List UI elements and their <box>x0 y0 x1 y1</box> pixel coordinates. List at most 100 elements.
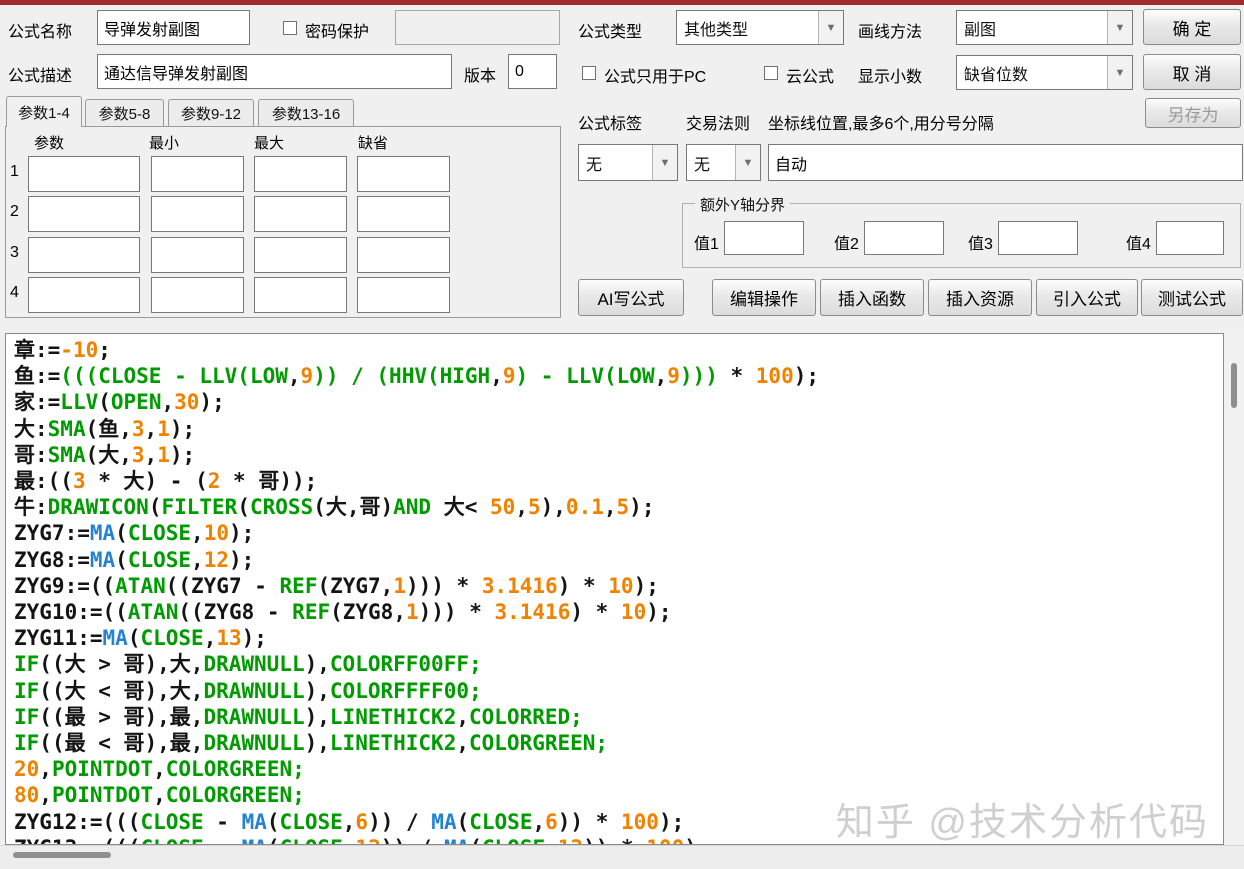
code-line: ZYG8:=MA(CLOSE,12); <box>14 547 255 572</box>
pc-only-label: 公式只用于PC <box>604 69 707 86</box>
tab-params-5-8[interactable]: 参数5-8 <box>85 99 164 126</box>
coord-line-input[interactable] <box>768 144 1243 181</box>
chevron-down-icon[interactable]: ▼ <box>1107 56 1132 89</box>
pc-only-checkbox[interactable] <box>582 66 596 80</box>
param-input-r3c2[interactable] <box>151 237 244 273</box>
horizontal-scrollbar-thumb[interactable] <box>13 852 111 858</box>
value4-label: 值4 <box>1126 236 1151 253</box>
cloud-formula-checkbox[interactable] <box>764 66 778 80</box>
code-line: 哥:SMA(大,3,1); <box>14 442 196 467</box>
code-line: ZYG9:=((ATAN((ZYG7 - REF(ZYG7,1))) * 3.1… <box>14 573 659 598</box>
title-bar-strip <box>0 0 1244 5</box>
ai-write-formula-button[interactable]: AI写公式 <box>578 279 684 316</box>
vertical-scrollbar[interactable] <box>1224 333 1244 845</box>
min-col-header: 最小 <box>149 135 180 152</box>
param-input-r1c3[interactable] <box>254 156 347 192</box>
import-formula-button[interactable]: 引入公式 <box>1036 279 1138 316</box>
chevron-down-icon[interactable]: ▼ <box>652 145 677 180</box>
param-input-r2c2[interactable] <box>151 196 244 232</box>
code-line: 最:((3 * 大) - (2 * 哥)); <box>14 469 318 494</box>
default-col-header: 缺省 <box>358 135 389 152</box>
param-input-r1c4[interactable] <box>357 156 450 192</box>
coord-line-label: 坐标线位置,最多6个,用分号分隔 <box>768 116 994 133</box>
decimal-select[interactable]: 缺省位数 ▼ <box>956 55 1133 90</box>
value2-input[interactable] <box>864 221 944 255</box>
formula-tag-select[interactable]: 无 ▼ <box>578 144 678 181</box>
test-formula-button[interactable]: 测试公式 <box>1141 279 1243 316</box>
chevron-down-icon[interactable]: ▼ <box>1107 11 1132 44</box>
code-line: 章:=-10; <box>14 338 111 362</box>
code-editor[interactable]: 章:=-10; 鱼:=(((CLOSE - LLV(LOW,9)) / (HHV(… <box>5 333 1224 845</box>
insert-resource-button[interactable]: 插入资源 <box>928 279 1032 316</box>
value1-label: 值1 <box>694 236 719 253</box>
param-input-r3c4[interactable] <box>357 237 450 273</box>
code-line: 家:=LLV(OPEN,30); <box>14 390 225 415</box>
chevron-down-icon[interactable]: ▼ <box>818 11 843 44</box>
cancel-button[interactable]: 取 消 <box>1143 54 1241 90</box>
value2-label: 值2 <box>834 236 859 253</box>
code-line: 鱼:=(((CLOSE - LLV(LOW,9)) / (HHV(HIGH,9)… <box>14 364 820 389</box>
code-line: ZYG7:=MA(CLOSE,10); <box>14 521 255 546</box>
value4-input[interactable] <box>1156 221 1224 255</box>
tab-params-9-12[interactable]: 参数9-12 <box>168 99 254 126</box>
formula-desc-label: 公式描述 <box>8 68 73 85</box>
param-input-r2c3[interactable] <box>254 196 347 232</box>
code-line: IF((大 < 哥),大,DRAWNULL),COLORFFFF00; <box>14 678 482 703</box>
draw-method-select[interactable]: 副图 ▼ <box>956 10 1133 45</box>
code-line: 20,POINTDOT,COLORGREEN; <box>14 757 305 782</box>
chevron-down-icon[interactable]: ▼ <box>735 145 760 180</box>
trade-rule-select[interactable]: 无 ▼ <box>686 144 761 181</box>
formula-type-select[interactable]: 其他类型 ▼ <box>676 10 844 45</box>
formula-type-label: 公式类型 <box>578 24 643 41</box>
param-input-r3c3[interactable] <box>254 237 347 273</box>
param-input-r1c1[interactable] <box>28 156 140 192</box>
decimal-label: 显示小数 <box>858 69 923 86</box>
param-input-r4c3[interactable] <box>254 277 347 313</box>
param-row-number: 3 <box>10 244 19 261</box>
max-col-header: 最大 <box>254 135 285 152</box>
param-row-number: 2 <box>10 203 19 220</box>
password-protect-checkbox[interactable] <box>283 21 297 35</box>
code-line: ZYG11:=MA(CLOSE,13); <box>14 626 267 651</box>
insert-function-button[interactable]: 插入函数 <box>820 279 924 316</box>
code-line: 大:SMA(鱼,3,1); <box>14 416 196 441</box>
param-input-r1c2[interactable] <box>151 156 244 192</box>
formula-name-input[interactable] <box>97 10 250 45</box>
param-input-r2c4[interactable] <box>357 196 450 232</box>
horizontal-scrollbar[interactable] <box>0 845 1244 869</box>
value1-input[interactable] <box>724 221 804 255</box>
param-input-r2c1[interactable] <box>28 196 140 232</box>
version-input[interactable] <box>508 54 557 89</box>
param-col-header: 参数 <box>34 135 65 152</box>
param-input-r4c2[interactable] <box>151 277 244 313</box>
draw-method-label: 画线方法 <box>858 24 923 41</box>
formula-tag-label: 公式标签 <box>578 116 643 133</box>
watermark: 知乎 @技术分析代码 <box>835 802 1209 844</box>
param-input-r3c1[interactable] <box>28 237 140 273</box>
edit-ops-button[interactable]: 编辑操作 <box>712 279 816 316</box>
tab-params-13-16[interactable]: 参数13-16 <box>258 99 354 126</box>
param-row-number: 1 <box>10 163 19 180</box>
formula-desc-input[interactable] <box>97 54 452 89</box>
tab-params-1-4[interactable]: 参数1-4 <box>6 96 82 127</box>
password-protect-label: 密码保护 <box>305 24 370 41</box>
extra-y-axis-label: 额外Y轴分界 <box>695 194 791 215</box>
value3-input[interactable] <box>998 221 1078 255</box>
param-input-r4c4[interactable] <box>357 277 450 313</box>
code-area[interactable]: 章:=-10; 鱼:=(((CLOSE - LLV(LOW,9)) / (HHV(… <box>14 337 1203 844</box>
param-row-number: 4 <box>10 284 19 301</box>
value3-label: 值3 <box>968 236 993 253</box>
code-line: IF((最 < 哥),最,DRAWNULL),LINETHICK2,COLORG… <box>14 731 609 756</box>
formula-editor-dialog: 公式名称 密码保护 公式描述 版本 参数1-4 参数5-8 参数9-12 参数1… <box>0 0 1244 869</box>
param-input-r4c1[interactable] <box>28 277 140 313</box>
cloud-formula-label: 云公式 <box>786 69 835 86</box>
save-as-button[interactable]: 另存为 <box>1145 98 1241 128</box>
code-line: ZYG10:=((ATAN((ZYG8 - REF(ZYG8,1))) * 3.… <box>14 600 672 625</box>
code-line: IF((大 > 哥),大,DRAWNULL),COLORFF00FF; <box>14 652 482 677</box>
password-input <box>395 10 560 45</box>
code-line: 牛:DRAWICON(FILTER(CROSS(大,哥)AND 大< 50,5)… <box>14 495 655 520</box>
code-line: IF((最 > 哥),最,DRAWNULL),LINETHICK2,COLORR… <box>14 704 583 729</box>
vertical-scrollbar-thumb[interactable] <box>1231 363 1237 408</box>
ok-button[interactable]: 确 定 <box>1143 9 1241 45</box>
version-label: 版本 <box>464 68 497 85</box>
